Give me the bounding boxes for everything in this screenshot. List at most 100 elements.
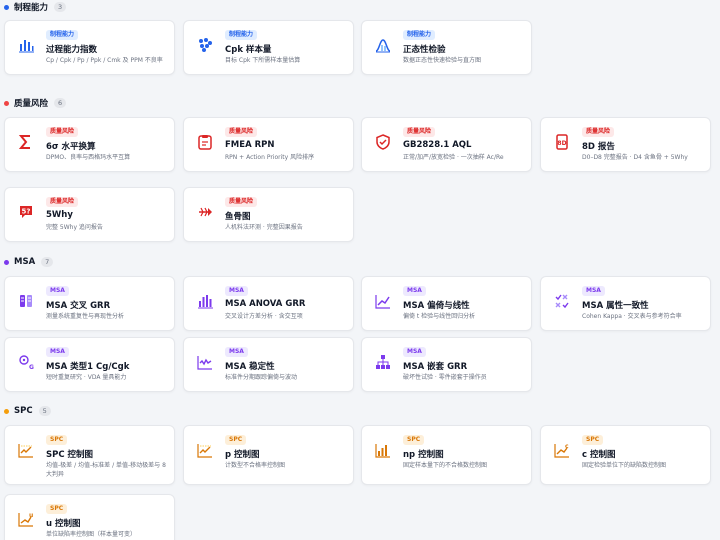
bar-chart-icon xyxy=(17,36,35,54)
card-description: 目标 Cpk 下所需样本量估算 xyxy=(225,57,301,64)
tool-card-aql[interactable]: 质量风险 GB2828.1 AQL 正常/加严/放宽检验 · 一次抽样 Ac/R… xyxy=(361,117,532,172)
card-title: 5Why xyxy=(46,210,73,220)
card-badge: MSA xyxy=(403,286,426,296)
card-title: MSA 偏倚与线性 xyxy=(403,301,470,311)
card-badge: MSA xyxy=(582,286,605,296)
card-description: 破坏性试验 · 零件嵌套于操作员 xyxy=(403,374,487,381)
card-description: 计数型不合格率控制图 xyxy=(225,462,286,469)
card-title: 过程能力指数 xyxy=(46,45,98,55)
card-title: c 控制图 xyxy=(582,450,616,460)
card-description: 交叉设计方差分析 · 含交互项 xyxy=(225,313,303,320)
card-badge: MSA xyxy=(46,286,69,296)
tool-card-msa-stability[interactable]: MSA MSA 稳定性 标准件分期跟踪偏倚与波动 xyxy=(183,337,354,392)
tool-card-msa-type1[interactable]: G MSA MSA 类型1 Cg/Cgk 短时重复研究 · VDA 量具能力 xyxy=(4,337,175,392)
hierarchy-icon xyxy=(374,353,392,371)
card-description: 正常/加严/放宽检验 · 一次抽样 Ac/Re xyxy=(403,154,504,161)
section-dot xyxy=(4,408,9,414)
card-title: MSA 交叉 GRR xyxy=(46,301,111,311)
card-description: 人机料法环测 · 完整因果报告 xyxy=(225,224,303,231)
tool-card-8d-report[interactable]: 8D 质量风险 8D 报告 D0–D8 完整报告 · D4 含鱼骨 + 5Why xyxy=(540,117,711,172)
section-title: MSA xyxy=(14,257,36,267)
section-count: 3 xyxy=(54,2,67,12)
section-header-spc: SPC 5 xyxy=(4,404,51,418)
bell-curve-icon xyxy=(374,36,392,54)
section-count: 5 xyxy=(38,406,51,416)
card-title: GB2828.1 AQL xyxy=(403,140,472,150)
section-header-quality-risk: 质量风险 6 xyxy=(4,96,67,110)
card-description: 完整 5Why 追问报告 xyxy=(46,224,103,231)
section-header-msa: MSA 7 xyxy=(4,255,54,269)
fishbone-icon xyxy=(196,203,214,221)
tool-card-np-chart[interactable]: SPC np 控制图 固定样本量下的不合格数控制图 xyxy=(361,425,532,485)
card-title: MSA 嵌套 GRR xyxy=(403,362,468,372)
tool-card-5why[interactable]: 5? 质量风险 5Why 完整 5Why 追问报告 xyxy=(4,187,175,242)
tool-card-cpk-sample-size[interactable]: 制程能力 Cpk 样本量 目标 Cpk 下所需样本量估算 xyxy=(183,20,354,75)
card-description: DPMO、良率与西格玛水平互算 xyxy=(46,154,131,161)
card-title: FMEA RPN xyxy=(225,140,275,150)
card-title: MSA 类型1 Cg/Cgk xyxy=(46,362,130,372)
card-description: 短时重复研究 · VDA 量具能力 xyxy=(46,374,127,381)
svg-text:G: G xyxy=(29,364,34,370)
tool-card-fishbone[interactable]: 质量风险 鱼骨图 人机料法环测 · 完整因果报告 xyxy=(183,187,354,242)
wave-chart-icon xyxy=(196,353,214,371)
svg-text:5?: 5? xyxy=(22,208,31,216)
card-badge: 质量风险 xyxy=(225,127,258,137)
card-title: Cpk 样本量 xyxy=(225,45,272,55)
tool-card-msa-anova-grr[interactable]: MSA MSA ANOVA GRR 交叉设计方差分析 · 含交互项 xyxy=(183,276,354,331)
card-badge: SPC xyxy=(46,435,68,445)
card-description: 数据正态性快速检验与直方图 xyxy=(403,57,482,64)
card-description: 固定样本量下的不合格数控制图 xyxy=(403,462,488,469)
card-title: 8D 报告 xyxy=(582,142,615,152)
card-description: 单位缺陷率控制图（样本量可变） xyxy=(46,531,137,538)
card-badge: SPC xyxy=(225,435,247,445)
card-badge: 质量风险 xyxy=(46,127,79,137)
tool-card-msa-nested-grr[interactable]: MSA MSA 嵌套 GRR 破坏性试验 · 零件嵌套于操作员 xyxy=(361,337,532,392)
tool-card-sigma-level[interactable]: 质量风险 6σ 水平换算 DPMO、良率与西格玛水平互算 xyxy=(4,117,175,172)
card-description: Cohen Kappa · 交叉表与参考符合率 xyxy=(582,313,682,320)
svg-text:8D: 8D xyxy=(557,140,566,147)
card-title: p 控制图 xyxy=(225,450,260,460)
section-dot xyxy=(4,259,9,265)
sigma-icon xyxy=(17,133,35,151)
card-badge: MSA xyxy=(225,286,248,296)
clipboard-icon xyxy=(196,133,214,151)
control-chart-icon xyxy=(17,441,35,459)
control-chart-icon xyxy=(374,441,392,459)
section-count: 7 xyxy=(41,257,54,267)
card-title: SPC 控制图 xyxy=(46,450,94,460)
bar-chart-icon xyxy=(196,292,214,310)
card-description: RPN + Action Priority 风险排序 xyxy=(225,154,315,161)
card-badge: 制程能力 xyxy=(46,30,79,40)
card-description: 标准件分期跟踪偏倚与波动 xyxy=(225,374,298,381)
card-badge: 制程能力 xyxy=(403,30,436,40)
tool-card-msa-bias-linearity[interactable]: MSA MSA 偏倚与线性 偏倚 t 检验与线性回归分析 xyxy=(361,276,532,331)
card-badge: 质量风险 xyxy=(225,197,258,207)
tool-card-spc-chart[interactable]: SPC SPC 控制图 均值-极差 / 均值-标准差 / 单值-移动极差与 8 … xyxy=(4,425,175,485)
card-badge: MSA xyxy=(403,347,426,357)
card-badge: 质量风险 xyxy=(582,127,615,137)
tool-card-p-chart[interactable]: SPC p 控制图 计数型不合格率控制图 xyxy=(183,425,354,485)
card-badge: SPC xyxy=(403,435,425,445)
gauge-icon: G xyxy=(17,353,35,371)
card-badge: SPC xyxy=(46,504,68,514)
report-icon: 8D xyxy=(553,133,571,151)
card-title: MSA ANOVA GRR xyxy=(225,299,306,309)
tool-card-normality-test[interactable]: 制程能力 正态性检验 数据正态性快速检验与直方图 xyxy=(361,20,532,75)
tool-card-process-capability[interactable]: 制程能力 过程能力指数 Cp / Cpk / Pp / Ppk / Cmk 及 … xyxy=(4,20,175,75)
section-dot xyxy=(4,4,9,10)
card-description: D0–D8 完整报告 · D4 含鱼骨 + 5Why xyxy=(582,154,688,161)
card-badge: 质量风险 xyxy=(403,127,436,137)
columns-icon xyxy=(17,292,35,310)
tool-card-fmea-rpn[interactable]: 质量风险 FMEA RPN RPN + Action Priority 风险排序 xyxy=(183,117,354,172)
tool-card-u-chart[interactable]: u SPC u 控制图 单位缺陷率控制图（样本量可变） xyxy=(4,494,175,540)
tool-card-msa-attribute-agreement[interactable]: MSA MSA 属性一致性 Cohen Kappa · 交叉表与参考符合率 xyxy=(540,276,711,331)
line-trend-icon xyxy=(374,292,392,310)
card-description: Cp / Cpk / Pp / Ppk / Cmk 及 PPM 不良率 xyxy=(46,57,163,64)
tool-card-msa-crossed-grr[interactable]: MSA MSA 交叉 GRR 测量系统重复性与再现性分析 xyxy=(4,276,175,331)
control-chart-icon: u xyxy=(17,510,35,528)
question-bubble-icon: 5? xyxy=(17,203,35,221)
card-badge: 质量风险 xyxy=(46,197,79,207)
card-description: 偏倚 t 检验与线性回归分析 xyxy=(403,313,476,320)
card-title: MSA 稳定性 xyxy=(225,362,275,372)
tool-card-c-chart[interactable]: c SPC c 控制图 固定检验单位下的缺陷数控制图 xyxy=(540,425,711,485)
